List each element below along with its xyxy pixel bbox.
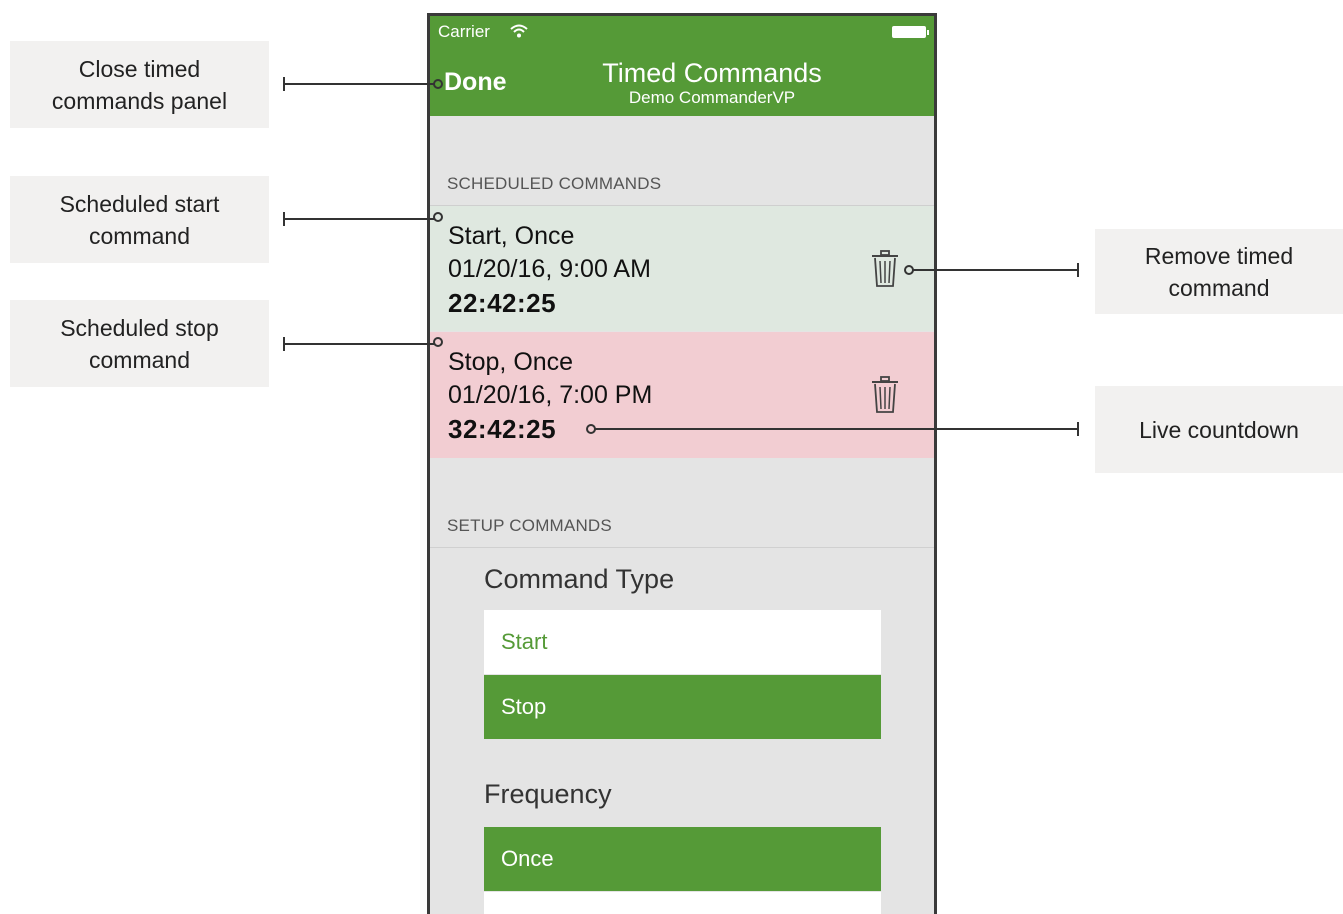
callout-scheduled-start: Scheduled start command [10, 176, 269, 263]
command-datetime: 01/20/16, 7:00 PM [448, 381, 653, 409]
connector-line-trash [913, 269, 1079, 271]
nav-subtitle: Demo CommanderVP [628, 88, 796, 107]
connector-tick [1077, 422, 1079, 436]
connector-dot [433, 337, 443, 347]
scheduled-commands-header: SCHEDULED COMMANDS [447, 174, 662, 193]
callout-close-panel: Close timed commands panel [10, 41, 269, 128]
connector-line-countdown [595, 428, 1079, 430]
connector-line-stop [283, 343, 434, 345]
connector-tick [1077, 263, 1079, 277]
command-title: Stop, Once [448, 348, 574, 376]
frequency-label: Frequency [484, 779, 612, 809]
wifi-icon [510, 24, 528, 38]
connector-dot [433, 79, 443, 89]
phone-screen: Carrier Done Timed Commands Demo Command… [427, 13, 937, 914]
section-divider [430, 547, 934, 548]
callout-live-countdown: Live countdown [1095, 386, 1343, 473]
navigation-bar: Carrier Done Timed Commands Demo Command… [430, 16, 934, 116]
command-countdown: 32:42:25 [448, 414, 557, 444]
frequency-option-once[interactable]: Once [484, 827, 881, 891]
connector-dot [433, 212, 443, 222]
callout-remove-command: Remove timed command [1095, 229, 1343, 314]
connector-line-start [283, 218, 434, 220]
connector-line-done [283, 83, 434, 85]
command-title: Start, Once [448, 222, 575, 250]
frequency-option-next[interactable] [484, 892, 881, 914]
callout-scheduled-stop: Scheduled stop command [10, 300, 269, 387]
nav-title: Timed Commands [602, 58, 822, 88]
trash-icon[interactable] [870, 250, 900, 288]
carrier-label: Carrier [438, 22, 490, 41]
command-countdown: 22:42:25 [448, 288, 557, 318]
scheduled-command-row-start[interactable]: Start, Once 01/20/16, 9:00 AM 22:42:25 [430, 205, 934, 331]
battery-icon [892, 26, 929, 38]
command-type-option-stop[interactable]: Stop [484, 675, 881, 739]
command-type-label: Command Type [484, 564, 675, 594]
command-datetime: 01/20/16, 9:00 AM [448, 255, 651, 283]
trash-icon[interactable] [870, 376, 900, 414]
command-type-option-start[interactable]: Start [484, 610, 881, 674]
setup-commands-header: SETUP COMMANDS [447, 516, 612, 535]
scheduled-command-row-stop[interactable]: Stop, Once 01/20/16, 7:00 PM 32:42:25 [430, 332, 934, 458]
